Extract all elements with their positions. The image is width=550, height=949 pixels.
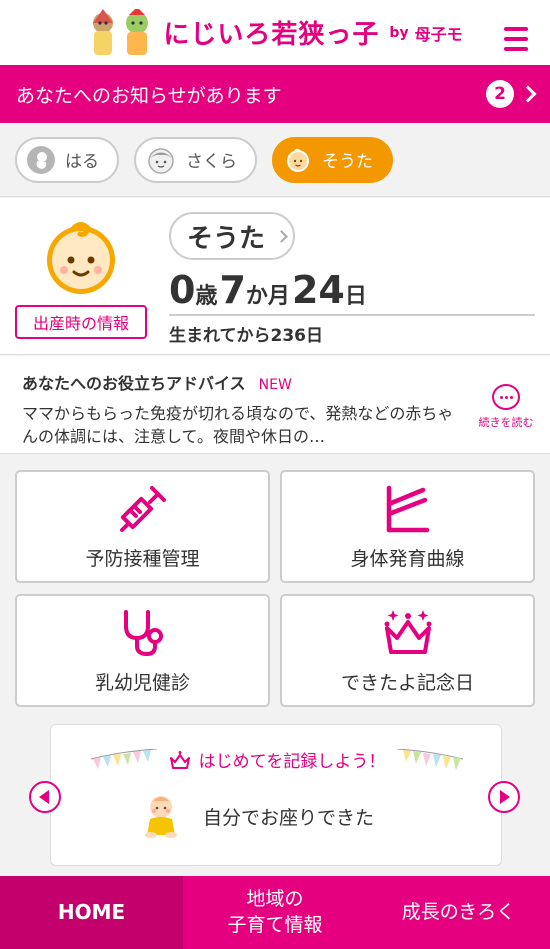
advice-body: ママからもらった免疫が切れる頃なので、発熱などの赤ちゃんの体調には、注意して。夜… — [22, 404, 454, 447]
age-days: 24 — [291, 268, 345, 312]
baby-face-icon — [287, 148, 309, 172]
child-name-button[interactable]: そうた — [169, 212, 295, 260]
child-tab-label: そうた — [322, 152, 373, 172]
nav-growth-record[interactable]: 成長のきろく — [367, 876, 550, 949]
mascot-characters-icon — [93, 8, 149, 55]
milestone-heading-text: はじめてを記録しよう！ — [198, 752, 386, 772]
tile-label: 予防接種管理 — [85, 548, 200, 570]
advice-title: あなたへのお役立ちアドバイス — [22, 374, 246, 393]
tile-label: 身体発育曲線 — [350, 548, 465, 570]
caret-left-icon — [39, 790, 49, 804]
days-since-birth: 生まれてから236日 — [169, 326, 323, 346]
app-logo: にじいろ若狭っ子 by 母子モ — [87, 8, 463, 57]
new-badge: NEW — [258, 377, 292, 393]
girl-face-icon — [148, 147, 174, 174]
milestone-anniversary-tile[interactable]: できたよ記念日 — [280, 594, 535, 707]
carousel-next-button[interactable] — [488, 781, 520, 813]
hamburger-line — [504, 47, 528, 51]
hamburger-menu-button[interactable] — [504, 27, 528, 51]
nav-label-line2: 子育て情報 — [227, 913, 323, 936]
notification-bar[interactable]: あなたへのお知らせがあります 2 — [0, 65, 550, 123]
logo-brand-label: 母子モ — [414, 24, 463, 44]
notification-indicator: 2 — [486, 80, 537, 108]
child-age: 0 歳 7 か月 24 日 — [169, 268, 369, 312]
child-tab-haru[interactable]: はる — [15, 136, 119, 183]
age-months-unit: か月 — [245, 284, 290, 309]
hamburger-line — [504, 37, 528, 41]
tile-label: できたよ記念日 — [340, 672, 474, 694]
notification-text: あなたへのお知らせがあります — [16, 84, 282, 107]
age-years-unit: 歳 — [195, 284, 218, 309]
birth-info-button[interactable]: 出産時の情報 — [15, 305, 147, 339]
speech-bubble-icon — [492, 384, 520, 410]
advice-section[interactable]: あなたへのお役立ちアドバイス NEW ママからもらった免疫が切れる頃なので、発熱… — [0, 356, 550, 454]
infant-checkup-tile[interactable]: 乳幼児健診 — [15, 594, 270, 707]
stethoscope-icon — [123, 610, 163, 657]
child-profile-card: 出産時の情報 そうた 0 歳 7 か月 24 日 生まれてから236日 — [0, 198, 550, 355]
child-tab-sakura[interactable]: さくら — [134, 136, 257, 183]
bottom-navigation: HOME 地域の 子育て情報 成長のきろく — [0, 876, 550, 949]
sitting-baby-icon — [145, 796, 177, 838]
notification-count-badge: 2 — [486, 80, 514, 108]
growth-chart-icon — [386, 485, 429, 533]
baby-avatar-icon — [47, 222, 115, 294]
tile-label: 乳幼児健診 — [94, 672, 190, 694]
nav-label-line1: 地域の — [246, 887, 304, 910]
crown-icon — [169, 750, 190, 769]
child-selector: はる さくら そうた — [0, 123, 550, 197]
caret-right-icon — [500, 790, 510, 804]
hamburger-line — [504, 27, 528, 31]
chevron-right-icon — [519, 85, 537, 103]
read-more-button[interactable]: 続きを読む — [476, 384, 536, 430]
divider — [169, 314, 535, 316]
milestone-card[interactable]: はじめてを記録しよう！ 自分でお座りできた — [50, 724, 502, 866]
advice-header: あなたへのお役立ちアドバイス NEW — [22, 370, 528, 394]
fetus-icon — [27, 145, 55, 174]
syringe-icon — [119, 486, 166, 532]
nav-home[interactable]: HOME — [0, 876, 183, 949]
logo-by-label: by — [389, 24, 409, 41]
app-title: にじいろ若狭っ子 — [163, 20, 380, 50]
age-years: 0 — [169, 268, 196, 312]
vaccination-management-tile[interactable]: 予防接種管理 — [15, 470, 270, 583]
app-header: にじいろ若狭っ子 by 母子モ — [0, 0, 550, 65]
age-months: 7 — [219, 268, 246, 312]
milestone-item-text: 自分でお座りできた — [203, 806, 375, 829]
nav-local-parenting-info[interactable]: 地域の 子育て情報 — [183, 876, 367, 949]
crown-icon — [384, 610, 431, 654]
app-root: にじいろ若狭っ子 by 母子モ あなたへのお知らせがあります 2 はる さくら … — [0, 0, 550, 949]
growth-curve-tile[interactable]: 身体発育曲線 — [280, 470, 535, 583]
child-tab-souta[interactable]: そうた — [272, 136, 393, 183]
child-name: そうた — [187, 223, 266, 254]
child-tab-label: さくら — [186, 152, 237, 172]
read-more-label: 続きを読む — [478, 416, 534, 429]
milestone-carousel: はじめてを記録しよう！ 自分でお座りできた — [0, 724, 550, 866]
milestone-heading: はじめてを記録しよう！ — [51, 747, 503, 772]
chevron-right-icon — [275, 229, 288, 243]
carousel-prev-button[interactable] — [29, 781, 61, 813]
milestone-item: 自分でお座りできた — [141, 793, 374, 839]
age-days-unit: 日 — [344, 284, 367, 309]
child-tab-label: はる — [65, 152, 99, 172]
